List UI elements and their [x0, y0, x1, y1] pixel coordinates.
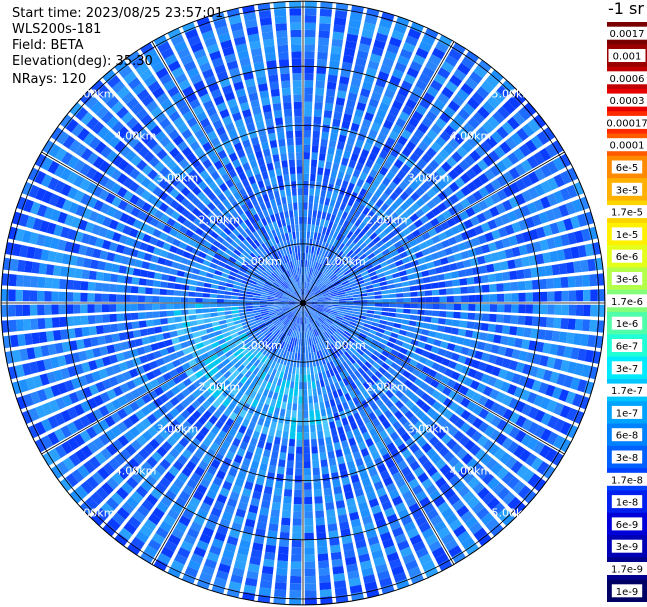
ring-label: 1.00km — [240, 339, 282, 352]
colorbar-label: 0.001 — [613, 52, 642, 63]
ring-label: 2.00km — [199, 213, 241, 226]
colorbar-label: 3e-8 — [616, 453, 639, 464]
colorbar-label: 6e-5 — [616, 163, 639, 174]
colorbar-label: 6e-6 — [616, 252, 639, 263]
ring-label: 3.00km — [157, 171, 199, 184]
colorbar-label: 3e-7 — [616, 364, 639, 375]
start-time-label: Start time: 2023/08/25 23:57:01 — [12, 6, 224, 21]
colorbar-label: 3e-9 — [616, 542, 639, 553]
ring-label: 2.00km — [199, 381, 241, 394]
colorbar-label: 1.7e-7 — [611, 386, 643, 397]
colorbar-label: 1e-6 — [616, 319, 639, 330]
colorbar-label: 6e-8 — [616, 431, 639, 442]
ring-label: 5.00km — [73, 506, 115, 519]
colorbar-label: 6e-7 — [616, 342, 639, 353]
ring-label: 5.00km — [492, 506, 534, 519]
colorbar-label: 1.7e-8 — [611, 475, 643, 486]
ring-label: 1.00km — [324, 339, 366, 352]
colorbar-label: 1.7e-9 — [611, 565, 643, 576]
ring-label: 2.00km — [366, 213, 408, 226]
ring-label: 4.00km — [450, 130, 492, 143]
colorbar: 0.0017 0.001 0.0006 0.0003 0.00017 0.0001 6e-5… — [607, 22, 647, 602]
colorbar-label: 1e-7 — [616, 408, 639, 419]
ring-label: 3.00km — [157, 423, 199, 436]
colorbar-label: 6e-9 — [616, 520, 639, 531]
colorbar-label: 1.7e-5 — [611, 208, 643, 219]
ring-label: 4.00km — [115, 130, 157, 143]
colorbar-label: 0.0017 — [610, 29, 645, 40]
radar-center-marker — [300, 300, 306, 306]
colorbar-label: 1.7e-6 — [611, 297, 643, 308]
colorbar-label: 1e-9 — [616, 587, 639, 598]
colorbar-title: -1 sr — [608, 0, 644, 18]
ring-label: 1.00km — [324, 255, 366, 268]
ppi-plot: 1.00km 1.00km 1.00km 1.00km 2.00km 2.00km 2.00… — [0, 0, 606, 606]
colorbar-label: 1e-8 — [616, 498, 639, 509]
ring-label: 4.00km — [115, 464, 157, 477]
colorbar-label: 3e-5 — [616, 185, 639, 196]
ring-label: 2.00km — [366, 381, 408, 394]
ring-label: 5.00km — [73, 88, 115, 101]
ring-label: 4.00km — [450, 464, 492, 477]
ring-label: 3.00km — [408, 171, 450, 184]
colorbar-label: 0.0006 — [610, 74, 645, 85]
colorbar-label: 3e-6 — [616, 275, 639, 286]
device-label: WLS200s-181 — [12, 22, 102, 37]
field-label: Field: BETA — [12, 38, 84, 53]
ring-label: 5.00km — [492, 88, 534, 101]
ring-label: 3.00km — [408, 423, 450, 436]
nrays-label: NRays: 120 — [12, 72, 87, 87]
colorbar-label: 0.0001 — [610, 141, 645, 152]
colorbar-label: 0.00017 — [607, 118, 647, 129]
elevation-label: Elevation(deg): 35.30 — [12, 54, 153, 69]
ring-label: 1.00km — [240, 255, 282, 268]
colorbar-label: 1e-5 — [616, 230, 639, 241]
colorbar-label: 0.0003 — [610, 96, 645, 107]
